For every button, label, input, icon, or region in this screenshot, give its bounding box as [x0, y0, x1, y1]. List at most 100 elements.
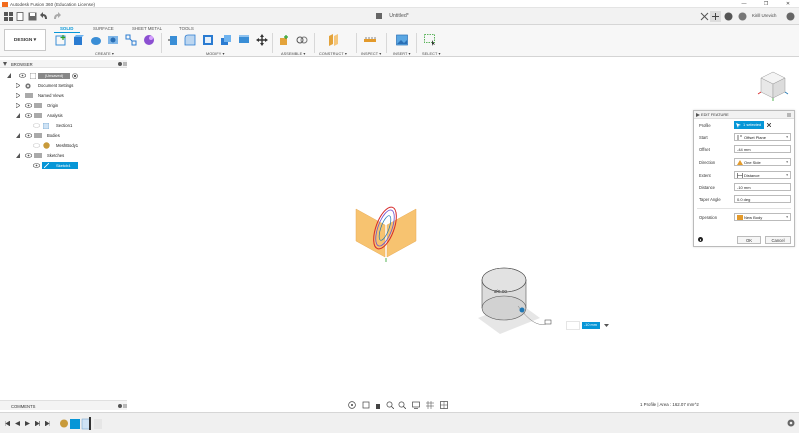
tab-close-icon[interactable] [700, 12, 709, 21]
expanded-arrow-icon[interactable] [7, 73, 11, 78]
group-create[interactable]: CREATE ▾ [95, 51, 114, 56]
extensions-icon[interactable] [724, 12, 733, 21]
cancel-button[interactable]: Cancel [765, 236, 791, 244]
shell-icon[interactable] [202, 34, 214, 46]
panel-menu-icon[interactable] [787, 113, 791, 117]
dropdown-arrow-icon[interactable] [604, 323, 609, 328]
user-name[interactable]: Kirill Urevich [752, 13, 776, 18]
save-icon[interactable] [28, 12, 37, 21]
expanded-arrow-icon[interactable] [16, 113, 20, 118]
fit-icon[interactable] [398, 401, 406, 409]
minimize-button[interactable]: — [733, 0, 755, 8]
visibility-eye-icon[interactable] [33, 163, 40, 168]
visibility-eye-icon[interactable] [25, 133, 32, 138]
select-icon[interactable] [424, 34, 436, 46]
extent-select[interactable]: Distance ▾ [734, 171, 791, 179]
pan-icon[interactable] [374, 401, 382, 409]
notifications-icon[interactable] [738, 12, 747, 21]
visibility-eye-icon[interactable] [33, 143, 40, 148]
start-select[interactable]: Offset Plane ▾ [734, 133, 791, 141]
offset-plane-icon[interactable] [327, 34, 339, 46]
group-modify[interactable]: MODIFY ▾ [206, 51, 224, 56]
tree-item-sketches[interactable]: Sketches [0, 151, 127, 160]
fillet-icon[interactable] [184, 34, 196, 46]
close-button[interactable]: ✕ [777, 0, 799, 8]
visibility-eye-icon[interactable] [33, 123, 40, 128]
tree-item-bodies[interactable]: Bodies [0, 131, 127, 140]
insert-image-icon[interactable] [396, 34, 408, 46]
timeline-features[interactable] [58, 417, 110, 430]
move-icon[interactable] [256, 34, 268, 46]
expanded-arrow-icon[interactable] [16, 153, 20, 158]
taper-input[interactable]: 0.0 deg [734, 195, 791, 203]
tree-item-document-settings[interactable]: Document Settings [0, 81, 127, 90]
collapsed-arrow-icon[interactable] [16, 93, 20, 98]
file-menu-icon[interactable] [16, 12, 25, 21]
visibility-eye-icon[interactable] [25, 103, 32, 108]
collapse-panel-icon[interactable] [696, 113, 700, 117]
create-sketch-icon[interactable] [55, 34, 67, 46]
manipulator-handle-icon[interactable] [566, 321, 580, 330]
tree-item-origin[interactable]: Origin [0, 101, 127, 110]
joint-icon[interactable] [296, 34, 308, 46]
help-icon[interactable] [786, 12, 795, 21]
tab-solid[interactable]: SOLID [60, 26, 73, 31]
tab-tools[interactable]: TOOLS [179, 26, 194, 31]
collapsed-arrow-icon[interactable] [16, 103, 20, 108]
group-insert[interactable]: INSERT ▾ [393, 51, 411, 56]
maximize-button[interactable]: ❐ [755, 0, 777, 8]
ok-button[interactable]: OK [737, 236, 761, 244]
document-tab[interactable]: Untitled* [230, 8, 568, 25]
tab-surface[interactable]: SURFACE [93, 26, 114, 31]
go-to-start-icon[interactable] [5, 421, 10, 426]
collapse-browser-icon[interactable] [3, 62, 7, 66]
info-icon[interactable] [698, 237, 703, 242]
group-inspect[interactable]: INSPECT ▾ [361, 51, 381, 56]
group-select[interactable]: SELECT ▾ [422, 51, 440, 56]
loft-icon[interactable] [125, 34, 137, 46]
distance-input[interactable]: -10 mm [734, 183, 791, 191]
grid-snaps-icon[interactable] [426, 401, 434, 409]
browser-menu-icon[interactable] [123, 62, 127, 66]
tree-item-meshbody1[interactable]: MeshBody1 [0, 141, 127, 150]
group-assemble[interactable]: ASSEMBLE ▾ [281, 51, 305, 56]
comments-pin-icon[interactable] [118, 404, 122, 408]
activate-radio-icon[interactable] [72, 72, 78, 79]
measure-icon[interactable] [364, 34, 376, 46]
tree-item-named-views[interactable]: Named Views [0, 91, 127, 100]
distance-input-overlay[interactable]: -10 mm [582, 322, 600, 329]
scale-icon[interactable] [238, 34, 250, 46]
direction-select[interactable]: One Side ▾ [734, 158, 791, 166]
new-tab-icon[interactable] [710, 11, 721, 22]
operation-select[interactable]: New Body ▾ [734, 213, 791, 221]
visibility-eye-icon[interactable] [25, 113, 32, 118]
tab-sheet-metal[interactable]: SHEET METAL [132, 26, 162, 31]
tree-item-root[interactable]: (Unsaved) [0, 71, 127, 80]
redo-icon[interactable] [52, 12, 61, 21]
timeline-settings-icon[interactable] [787, 419, 795, 427]
browser-pin-icon[interactable] [118, 62, 122, 66]
clear-selection-icon[interactable] [767, 123, 771, 127]
tree-item-sketch4[interactable]: Sketch4 [0, 161, 127, 170]
collapsed-arrow-icon[interactable] [16, 83, 20, 88]
workspace-switcher[interactable]: DESIGN ▾ [4, 29, 46, 51]
undo-icon[interactable] [40, 12, 49, 21]
extrude-preview-body[interactable] [474, 266, 564, 338]
offset-input[interactable]: -44 mm [734, 145, 791, 153]
form-icon[interactable] [143, 34, 155, 46]
visibility-eye-icon[interactable] [19, 73, 26, 78]
press-pull-icon[interactable] [167, 34, 179, 46]
step-forward-icon[interactable] [35, 421, 40, 426]
revolve-icon[interactable] [90, 34, 102, 46]
tree-item-section1[interactable]: Section1 [0, 121, 127, 130]
sweep-icon[interactable] [107, 34, 119, 46]
combine-icon[interactable] [220, 34, 232, 46]
viewports-icon[interactable] [440, 401, 448, 409]
tree-item-analysis[interactable]: Analysis [0, 111, 127, 120]
go-to-end-icon[interactable] [45, 421, 50, 426]
visibility-eye-icon[interactable] [25, 153, 32, 158]
extrude-icon[interactable] [72, 34, 84, 46]
step-back-icon[interactable] [15, 421, 20, 426]
new-component-icon[interactable] [278, 34, 290, 46]
look-at-icon[interactable] [362, 401, 370, 409]
